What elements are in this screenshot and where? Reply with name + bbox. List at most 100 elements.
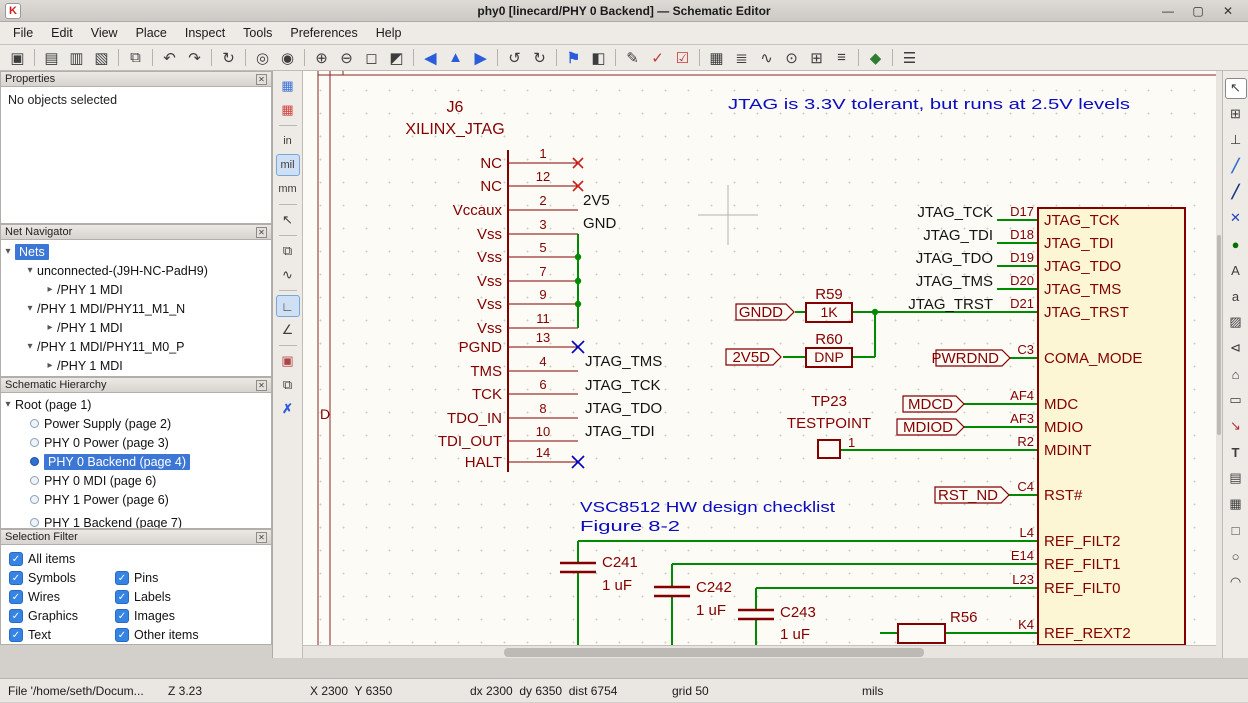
zoom-fit-button[interactable]: ◻ <box>359 47 384 69</box>
net-label-jtag-tdi[interactable]: JTAG_TDI <box>923 227 993 244</box>
hierarchy-item[interactable]: Power Supply (page 2) <box>1 414 271 433</box>
erc-button[interactable]: ☑ <box>670 47 695 69</box>
maximize-button[interactable]: ▢ <box>1190 4 1206 18</box>
net-tree-item[interactable]: ▾ Nets <box>1 242 271 261</box>
selection-filter-close-button[interactable]: ✕ <box>256 532 267 543</box>
print-button[interactable]: ▥ <box>64 47 89 69</box>
simulator-button[interactable]: ∿ <box>754 47 779 69</box>
rotate-ccw-button[interactable]: ↺ <box>502 47 527 69</box>
refresh-button[interactable]: ↻ <box>216 47 241 69</box>
net-navigator-close-button[interactable]: ✕ <box>256 227 267 238</box>
units-mils-button[interactable]: mil <box>276 154 300 176</box>
rules-area-tool[interactable]: ▨ <box>1225 312 1247 333</box>
export-table-button[interactable]: ⊞ <box>804 47 829 69</box>
textbox-tool[interactable]: ▤ <box>1225 468 1247 489</box>
global-label-pwrdnd[interactable]: PWRDND <box>932 350 1011 367</box>
j6-ref[interactable]: J6 <box>447 99 464 116</box>
c241-capacitor[interactable]: C241 1 uF <box>560 554 638 594</box>
checkbox-checked[interactable]: ✓ <box>9 571 23 585</box>
zoom-selection-button[interactable]: ◩ <box>384 47 409 69</box>
menu-help[interactable]: Help <box>367 24 411 42</box>
find-replace-button[interactable]: ◉ <box>275 47 300 69</box>
r60-resistor[interactable]: R60 DNP <box>806 331 852 367</box>
hierarchical-label-tool[interactable]: ⊲ <box>1225 338 1247 359</box>
net-label-jtag-trst[interactable]: JTAG_TRST <box>908 296 993 313</box>
global-label-tool[interactable]: ⌂ <box>1225 364 1247 385</box>
schematic-drawing[interactable]: D JTAG is 3.3V tolerant, but runs at 2.5… <box>303 71 1216 645</box>
filter-symbols[interactable]: ✓ Symbols <box>9 571 115 585</box>
menu-tools[interactable]: Tools <box>234 24 281 42</box>
toolbar-config-button[interactable]: ☰ <box>897 47 922 69</box>
net-tree-item[interactable]: ▾ unconnected-(J9H-NC-PadH9) <box>1 261 271 280</box>
probe-button[interactable]: ⊙ <box>779 47 804 69</box>
net-tree-item[interactable]: ▾ /PHY 1 MDI/PHY11_M1_N <box>1 299 271 318</box>
hierarchy-root-item[interactable]: ▾ Root (page 1) <box>1 395 271 414</box>
import-sheet-pin-tool[interactable]: ↘ <box>1225 416 1247 437</box>
no-connect-tool[interactable]: ✕ <box>1225 208 1247 229</box>
checkbox-checked[interactable]: ✓ <box>115 609 129 623</box>
checkbox-checked[interactable]: ✓ <box>115 590 129 604</box>
net-tree-item[interactable]: ▸ /PHY 1 MDI <box>1 356 271 375</box>
global-label-2v5d[interactable]: 2V5D <box>726 349 781 366</box>
rectangle-tool[interactable]: □ <box>1225 520 1247 541</box>
net-label-jtag-tck[interactable]: JTAG_TCK <box>917 204 993 221</box>
table-tool[interactable]: ▦ <box>1225 494 1247 515</box>
menu-inspect[interactable]: Inspect <box>176 24 234 42</box>
bom-button[interactable]: ≡ <box>829 47 854 69</box>
hidden-tools-button[interactable]: ✗ <box>276 398 300 420</box>
junction-tool[interactable]: ● <box>1225 234 1247 255</box>
vertical-scrollbar[interactable] <box>1216 71 1222 658</box>
global-label-gndd[interactable]: GNDD <box>736 304 794 321</box>
place-power-port-tool[interactable]: ⊥ <box>1225 130 1247 151</box>
hierarchy-navigator-button[interactable]: ⧉ <box>276 240 300 262</box>
menu-preferences[interactable]: Preferences <box>281 24 366 42</box>
net-label-jtag-tdo[interactable]: JTAG_TDO <box>916 250 993 267</box>
units-inches-button[interactable]: in <box>276 130 300 152</box>
checkbox-checked[interactable]: ✓ <box>115 628 129 642</box>
global-label-rst-nd[interactable]: RST_ND <box>935 487 1009 504</box>
filter-graphics[interactable]: ✓ Graphics <box>9 609 115 623</box>
j6-connector[interactable]: J6 XILINX_JTAG <box>405 99 578 472</box>
hv-line-mode-button[interactable]: ∟ <box>276 295 300 317</box>
sheet-tool[interactable]: ▭ <box>1225 390 1247 411</box>
mirror-button[interactable]: ◧ <box>586 47 611 69</box>
hierarchy-item[interactable]: PHY 0 Power (page 3) <box>1 433 271 452</box>
vsc-checklist-note-line1[interactable]: VSC8512 HW design checklist <box>580 499 836 516</box>
show-grid-icon[interactable]: ▦ <box>276 75 300 97</box>
sheet-settings-button[interactable]: ▤ <box>39 47 64 69</box>
net-label-2v5[interactable]: 2V5 <box>583 192 610 209</box>
grid-overrides-icon[interactable]: ▦ <box>276 99 300 121</box>
assign-footprints-button[interactable]: ◆ <box>863 47 888 69</box>
nav-forward-button[interactable]: ▶ <box>468 47 493 69</box>
hierarchy-close-button[interactable]: ✕ <box>256 380 267 391</box>
checkbox-checked[interactable]: ✓ <box>9 590 23 604</box>
plot-button[interactable]: ▧ <box>89 47 114 69</box>
net-label-jtag-tdo[interactable]: JTAG_TDO <box>585 400 662 417</box>
menu-place[interactable]: Place <box>127 24 176 42</box>
place-symbol-tool[interactable]: ⊞ <box>1225 104 1247 125</box>
minimize-button[interactable]: — <box>1160 4 1176 18</box>
checkbox-checked[interactable]: ✓ <box>9 552 23 566</box>
net-label-jtag-tms[interactable]: JTAG_TMS <box>916 273 993 290</box>
zoom-out-button[interactable]: ⊖ <box>334 47 359 69</box>
checkbox-checked[interactable]: ✓ <box>115 571 129 585</box>
netclass-directive-tool[interactable]: a <box>1225 286 1247 307</box>
c242-capacitor[interactable]: C242 1 uF <box>654 579 732 619</box>
fields-table-button[interactable]: ▦ <box>704 47 729 69</box>
symbol-check-button[interactable]: ✓ <box>645 47 670 69</box>
circle-tool[interactable]: ○ <box>1225 546 1247 567</box>
free-line-mode-button[interactable]: ∠ <box>276 319 300 341</box>
menu-edit[interactable]: Edit <box>42 24 82 42</box>
nav-back-button[interactable]: ◀ <box>418 47 443 69</box>
menu-view[interactable]: View <box>82 24 127 42</box>
filter-images[interactable]: ✓ Images <box>115 609 263 623</box>
hierarchy-item[interactable]: PHY 0 MDI (page 6) <box>1 471 271 490</box>
horizontal-scrollbar[interactable] <box>303 645 1216 658</box>
r56-resistor[interactable]: R56 <box>898 609 978 643</box>
net-label-jtag-tms[interactable]: JTAG_TMS <box>585 353 662 370</box>
hierarchy-item[interactable]: PHY 1 Power (page 6) <box>1 490 271 509</box>
crosshair-style-button[interactable]: ↖ <box>276 209 300 231</box>
annotate-button[interactable]: ✎ <box>620 47 645 69</box>
j6-value[interactable]: XILINX_JTAG <box>405 121 504 138</box>
global-label-mdiod[interactable]: MDIOD <box>897 419 964 436</box>
